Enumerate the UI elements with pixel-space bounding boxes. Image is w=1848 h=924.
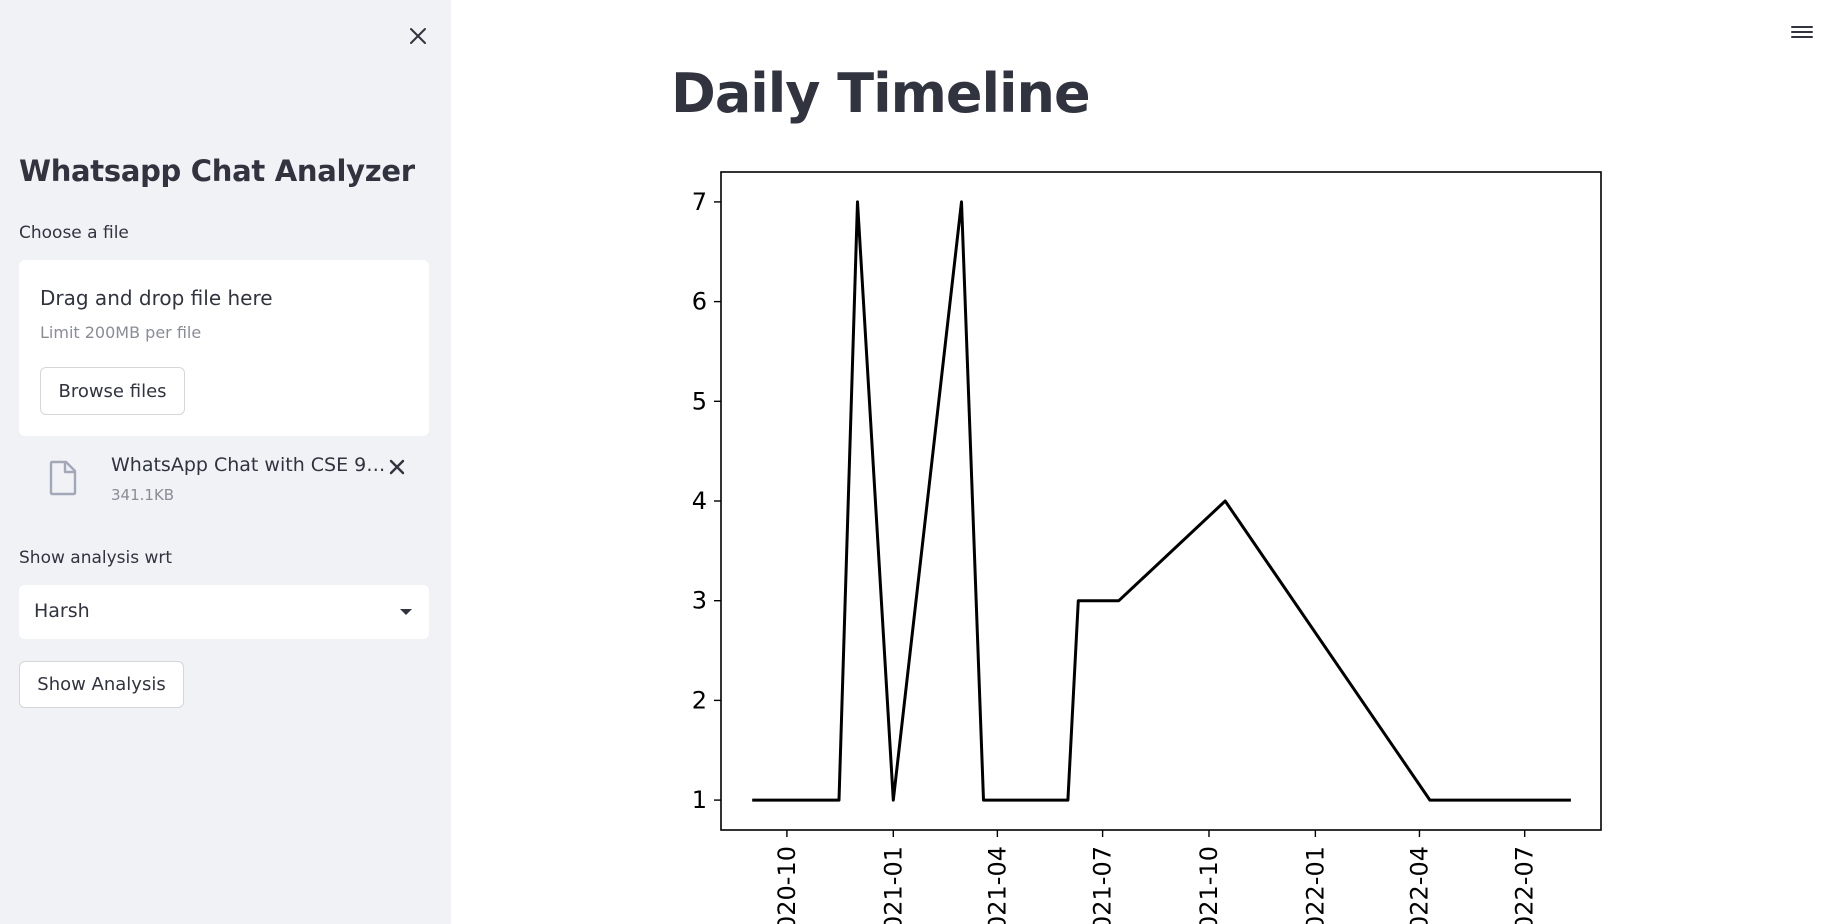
uploaded-file-name: WhatsApp Chat with CSE 9-… [111,454,387,476]
dropzone-limit: Limit 200MB per file [40,323,202,342]
y-tick-label: 3 [692,587,707,615]
hamburger-menu-button[interactable] [1786,16,1818,48]
file-uploader-label: Choose a file [19,223,129,243]
timeline-series-line [752,200,1571,802]
main-content: Daily Timeline 1 2 3 4 5 6 7 2020-10 2021-01 2021… [451,0,1848,924]
x-tick-label: 2021-07 [1089,846,1117,924]
chevron-down-icon [400,609,412,615]
y-tick-label: 1 [692,786,707,814]
uploaded-file-item: WhatsApp Chat with CSE 9-… 341.1KB [19,448,429,518]
chart-svg: 1 2 3 4 5 6 7 2020-10 2021-01 2021-04 2021-07 2021-… [692,171,1602,924]
app-window: Whatsapp Chat Analyzer Choose a file Dra… [0,0,1848,924]
sidebar-close-button[interactable] [400,18,436,54]
x-tick-label: 2021-01 [879,846,907,924]
y-tick-label: 2 [692,686,707,714]
close-icon [410,28,426,44]
uploaded-file-size: 341.1KB [111,486,175,504]
show-analysis-button[interactable]: Show Analysis [19,661,184,708]
dropzone-instructions: Drag and drop file here [40,286,273,310]
sidebar-title: Whatsapp Chat Analyzer [19,154,415,188]
x-tick-label: 2021-04 [983,846,1011,924]
browse-files-button[interactable]: Browse files [40,367,185,415]
y-tick-label: 4 [692,487,707,515]
analysis-user-select[interactable]: Harsh [19,585,429,639]
sidebar: Whatsapp Chat Analyzer Choose a file Dra… [0,0,451,924]
close-icon [389,459,405,475]
x-tick-label: 2022-01 [1301,846,1329,924]
y-tick-label: 6 [692,288,707,316]
file-dropzone[interactable]: Drag and drop file here Limit 200MB per … [19,260,429,436]
x-tick-label: 2022-07 [1511,846,1539,924]
file-icon [49,460,77,496]
remove-file-button[interactable] [382,452,412,482]
daily-timeline-chart: 1 2 3 4 5 6 7 2020-10 2021-01 2021-04 2021-07 2021-… [651,160,1651,924]
x-tick-label: 2020-10 [773,846,801,924]
hamburger-menu-icon [1791,26,1813,38]
x-tick-label: 2022-04 [1405,846,1433,924]
analysis-select-label: Show analysis wrt [19,548,173,568]
select-value: Harsh [34,600,90,622]
page-title: Daily Timeline [671,62,1091,125]
y-tick-label: 7 [692,188,707,216]
y-tick-label: 5 [692,387,707,415]
x-tick-label: 2021-10 [1195,846,1223,924]
plot-frame [720,171,1602,831]
